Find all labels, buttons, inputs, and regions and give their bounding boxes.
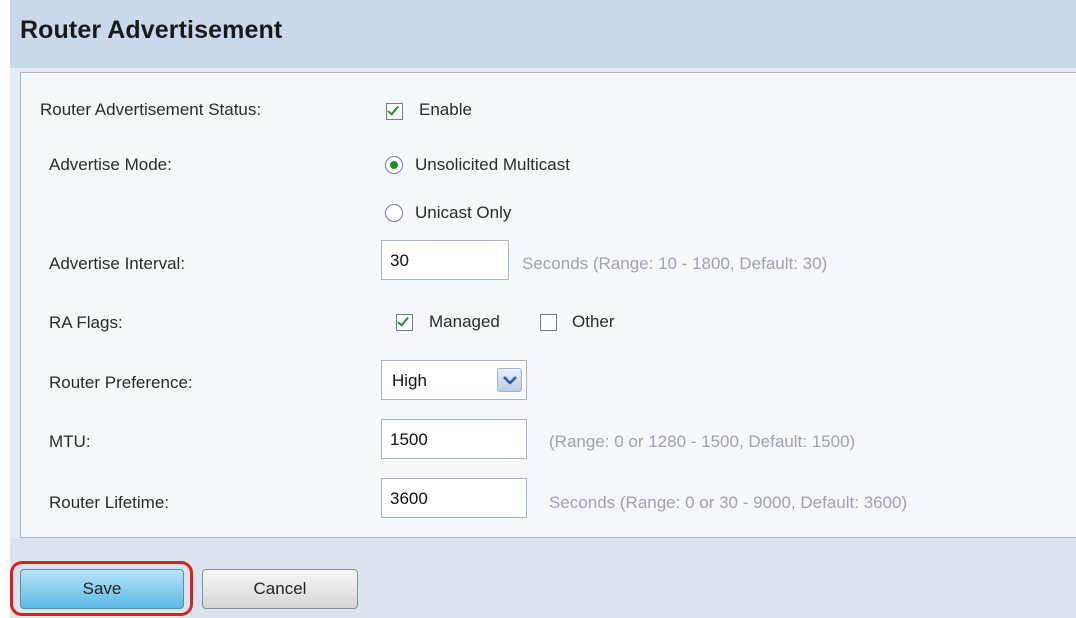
dropdown-arrow-button[interactable]	[497, 368, 522, 392]
radio-unsolicited-multicast[interactable]	[385, 156, 403, 174]
advertise-mode-label: Advertise Mode:	[49, 155, 172, 174]
router-preference-label: Router Preference:	[49, 373, 193, 392]
page-title: Router Advertisement	[20, 16, 283, 44]
router-advertisement-page: Router Advertisement Router Advertisemen…	[10, 0, 1076, 618]
settings-panel	[20, 72, 1076, 538]
mtu-hint: (Range: 0 or 1280 - 1500, Default: 1500)	[549, 432, 856, 451]
router-lifetime-hint: Seconds (Range: 0 or 30 - 9000, Default:…	[549, 493, 908, 512]
other-label: Other	[572, 312, 615, 331]
router-preference-value: High	[392, 371, 427, 390]
unsolicited-multicast-label: Unsolicited Multicast	[415, 155, 570, 174]
chevron-down-icon	[503, 376, 517, 385]
title-bar: Router Advertisement	[10, 0, 1076, 68]
check-icon	[387, 103, 399, 116]
radio-unicast-only[interactable]	[385, 204, 403, 222]
managed-label: Managed	[429, 312, 500, 331]
status-label: Router Advertisement Status:	[40, 100, 262, 119]
check-icon	[397, 314, 409, 327]
router-preference-select[interactable]: High	[381, 360, 527, 400]
save-button[interactable]: Save	[20, 569, 184, 609]
ra-flags-label: RA Flags:	[49, 313, 123, 332]
other-checkbox[interactable]	[540, 314, 557, 331]
router-lifetime-input[interactable]: 3600	[381, 478, 527, 518]
enable-label: Enable	[419, 100, 472, 119]
advertise-interval-input[interactable]: 30	[381, 240, 509, 280]
unicast-only-label: Unicast Only	[415, 203, 512, 222]
advertise-interval-hint: Seconds (Range: 10 - 1800, Default: 30)	[522, 254, 828, 273]
mtu-input[interactable]: 1500	[381, 419, 527, 459]
managed-checkbox[interactable]	[396, 314, 413, 331]
router-lifetime-label: Router Lifetime:	[49, 493, 169, 512]
cancel-button[interactable]: Cancel	[202, 569, 358, 609]
radio-selected-dot	[390, 161, 398, 169]
mtu-label: MTU:	[49, 432, 91, 451]
advertise-interval-label: Advertise Interval:	[49, 254, 186, 273]
enable-checkbox[interactable]	[386, 103, 403, 120]
